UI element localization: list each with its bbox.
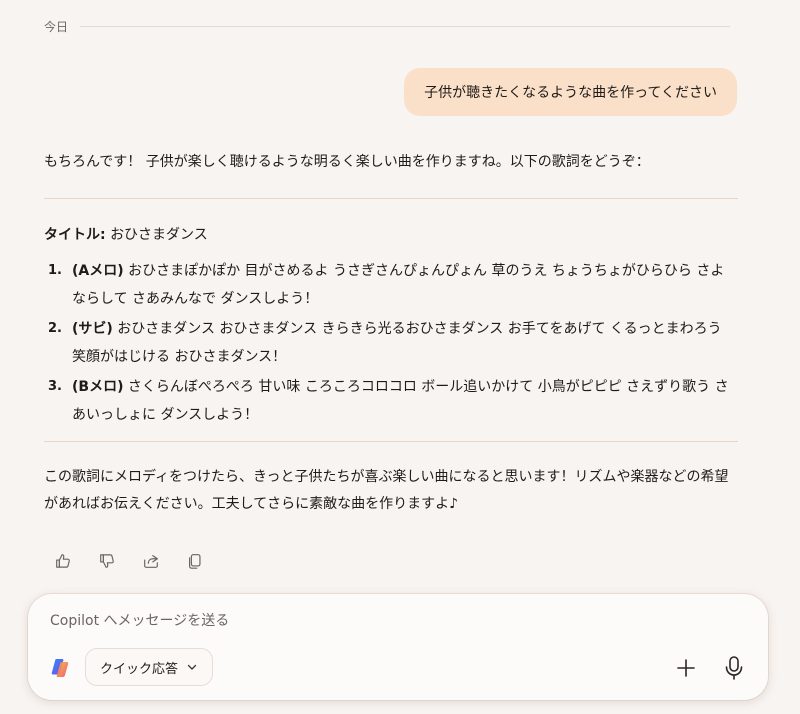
song-title-line: タイトル: おひさまダンス (44, 221, 738, 249)
message-actions (52, 550, 206, 572)
song-title-label: タイトル: (44, 227, 106, 243)
copilot-logo-icon (51, 659, 69, 677)
chevron-down-icon (187, 664, 197, 670)
date-divider: 今日 (44, 16, 730, 36)
chat-page: 今日 子供が聴きたくなるような曲を作ってください もちろんです！ 子供が楽しく聴… (0, 0, 800, 714)
verse-number: 1. (48, 263, 62, 278)
microphone-icon[interactable] (722, 654, 746, 682)
list-item: 1. (Aメロ) おひさまぽかぽか 目がさめるよ うさぎさんぴょんぴょん 草のう… (44, 257, 738, 313)
like-button[interactable] (52, 550, 74, 572)
verse-text: さくらんぼぺろぺろ 甘い味 ころころコロコロ ボール追いかけて 小鳥がピピピ さ… (72, 379, 729, 423)
list-item: 3. (Bメロ) さくらんぼぺろぺろ 甘い味 ころころコロコロ ボール追いかけて… (44, 373, 738, 429)
share-button[interactable] (140, 550, 162, 572)
response-mode-label: クイック応答 (100, 661, 179, 677)
list-item: 2. (サビ) おひさまダンス おひさまダンス きらきら光るおひさまダンス お手… (44, 315, 738, 371)
copy-button[interactable] (184, 550, 206, 572)
verse-text: おひさまぽかぽか 目がさめるよ うさぎさんぴょんぴょん 草のうえ ちょうちょがひ… (72, 263, 725, 307)
copy-icon (189, 554, 201, 569)
date-divider-line (80, 25, 730, 27)
verse-number: 3. (48, 379, 62, 394)
assistant-message: もちろんです！ 子供が楽しく聴けるような明るく楽しい曲を作りますね。以下の歌詞を… (44, 148, 738, 518)
date-label: 今日 (44, 19, 69, 34)
verse-text: おひさまダンス おひさまダンス きらきら光るおひさまダンス お手てをあげて くる… (72, 321, 722, 365)
verse-tag: (Bメロ) (72, 379, 124, 395)
song-title-value: おひさまダンス (110, 227, 208, 243)
divider (44, 441, 738, 442)
share-icon (144, 555, 158, 568)
verse-tag: (サビ) (72, 321, 113, 337)
like-icon (56, 554, 70, 568)
assistant-outro: この歌詞にメロディをつけたら、きっと子供たちが喜ぶ楽しい曲になると思います！リズ… (44, 469, 729, 512)
dislike-icon (100, 554, 114, 568)
verse-tag: (Aメロ) (72, 263, 124, 279)
plus-icon[interactable] (674, 656, 698, 680)
message-input[interactable] (48, 608, 742, 634)
verse-number: 2. (48, 321, 62, 336)
user-message-bubble: 子供が聴きたくなるような曲を作ってください (404, 68, 737, 116)
verse-list: 1. (Aメロ) おひさまぽかぽか 目がさめるよ うさぎさんぴょんぴょん 草のう… (44, 257, 738, 429)
response-mode-dropdown[interactable]: クイック応答 (85, 648, 214, 686)
assistant-intro: もちろんです！ 子供が楽しく聴けるような明るく楽しい曲を作りますね。以下の歌詞を… (44, 154, 650, 170)
dislike-button[interactable] (96, 550, 118, 572)
message-composer: クイック応答 (28, 594, 768, 700)
divider (44, 198, 738, 199)
